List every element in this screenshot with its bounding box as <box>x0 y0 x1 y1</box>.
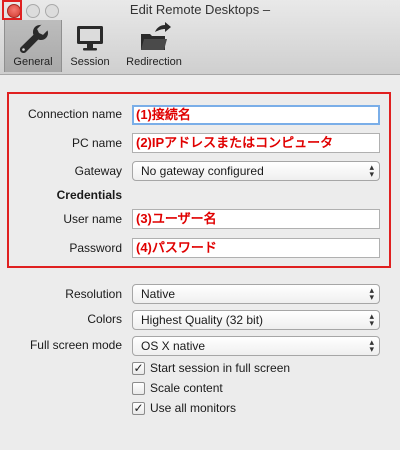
connection-name-field[interactable]: (1)接続名 <box>132 105 380 125</box>
monitor-icon <box>74 22 106 57</box>
select-arrows-icon: ▴ ▾ <box>369 311 374 328</box>
tab-redirection-label: Redirection <box>126 56 182 68</box>
window-title: Edit Remote Desktops – <box>129 2 271 17</box>
use-all-monitors-label: Use all monitors <box>150 401 237 415</box>
select-arrows-icon: ▴ ▾ <box>369 162 374 179</box>
minimize-window-button[interactable] <box>26 4 40 18</box>
resolution-label: Resolution <box>65 287 122 301</box>
connection-name-label: Connection name <box>27 107 122 121</box>
colors-label: Colors <box>87 312 122 326</box>
pc-name-field[interactable]: (2)IPアドレスまたはコンピュータ <box>132 133 380 153</box>
zoom-window-button[interactable] <box>45 4 59 18</box>
tab-general-label: General <box>13 56 53 68</box>
pc-name-label: PC name <box>71 136 122 150</box>
select-arrows-icon: ▴ ▾ <box>369 285 374 302</box>
resolution-select-value: Native <box>141 287 176 301</box>
select-arrows-icon: ▴ ▾ <box>369 337 374 354</box>
tab-session[interactable]: Session <box>64 20 116 72</box>
tab-session-label: Session <box>70 56 110 68</box>
gateway-select[interactable]: No gateway configured ▴ ▾ <box>132 161 380 181</box>
credentials-heading: Credentials <box>56 188 122 202</box>
scale-content-label: Scale content <box>150 381 223 395</box>
tab-general[interactable]: General <box>4 20 62 72</box>
user-name-label: User name <box>63 212 122 226</box>
colors-select[interactable]: Highest Quality (32 bit) ▴ ▾ <box>132 310 380 330</box>
password-label: Password <box>69 241 122 255</box>
start-full-screen-checkbox[interactable]: ✓ <box>132 362 145 375</box>
scale-content-checkbox[interactable] <box>132 382 145 395</box>
gateway-label: Gateway <box>74 164 122 178</box>
close-button-highlight <box>2 0 22 20</box>
start-full-screen-label: Start session in full screen <box>150 361 291 375</box>
colors-select-value: Highest Quality (32 bit) <box>141 313 264 327</box>
folder-arrow-icon <box>137 22 171 57</box>
user-name-field[interactable]: (3)ユーザー名 <box>132 209 380 229</box>
use-all-monitors-checkbox[interactable]: ✓ <box>132 402 145 415</box>
wrench-icon <box>16 22 50 59</box>
tab-redirection[interactable]: Redirection <box>120 20 188 72</box>
window-toolbar: Edit Remote Desktops – General Session R… <box>0 0 400 75</box>
full-screen-mode-select[interactable]: OS X native ▴ ▾ <box>132 336 380 356</box>
full-screen-mode-label: Full screen mode <box>29 338 122 352</box>
gateway-select-value: No gateway configured <box>141 164 264 178</box>
full-screen-mode-select-value: OS X native <box>141 339 206 353</box>
password-field[interactable]: (4)パスワード <box>132 238 380 258</box>
resolution-select[interactable]: Native ▴ ▾ <box>132 284 380 304</box>
